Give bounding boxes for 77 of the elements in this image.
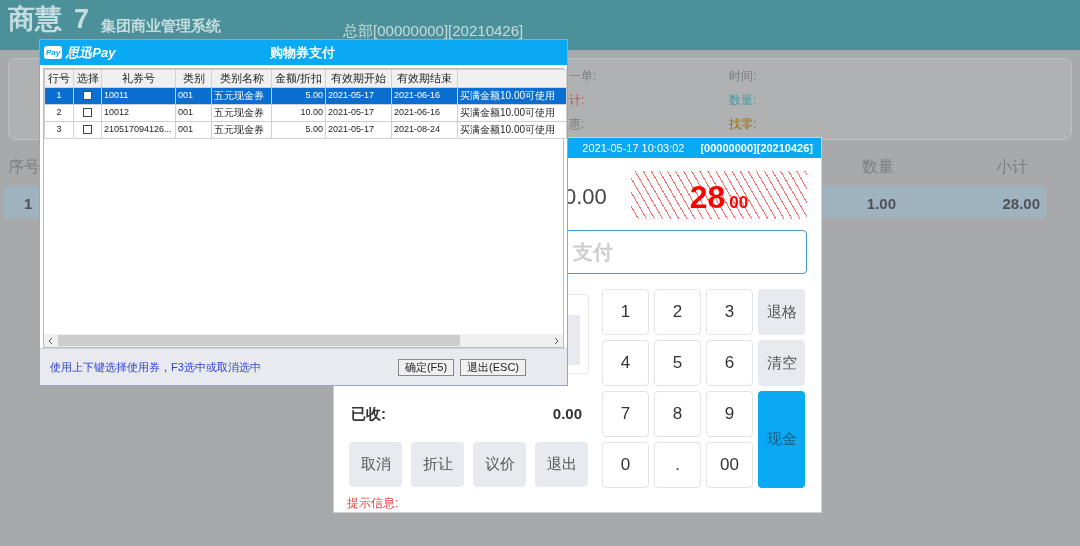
keypad-key[interactable]: 00 — [706, 442, 753, 488]
column-header: 有效期结束 — [391, 69, 458, 87]
checkbox[interactable] — [83, 107, 92, 117]
received-amount: 0.00 — [552, 404, 582, 424]
table-cell: 3 — [44, 121, 74, 138]
table-cell: 001 — [175, 87, 212, 104]
keypad-key[interactable]: 5 — [654, 340, 701, 386]
table-cell: 2021-06-16 — [391, 104, 458, 121]
table-cell: 2021-06-16 — [391, 87, 458, 104]
column-header: 类别 — [175, 69, 212, 87]
scroll-right-icon[interactable] — [552, 336, 560, 345]
table-cell: 10011 — [101, 87, 176, 104]
received-label: 已收: — [351, 404, 386, 424]
dialog-button[interactable]: 确定(F5) — [397, 358, 455, 376]
keypad-key[interactable]: 1 — [602, 289, 649, 335]
dialog-title: 购物券支付 — [270, 43, 335, 62]
table-cell: 买满金额10.00可使用 — [457, 121, 567, 138]
table-cell-text: 28.00 — [1002, 194, 1040, 214]
keypad-key[interactable]: 清空 — [758, 340, 805, 386]
summary-label: 找零: — [729, 116, 758, 133]
table-cell: 五元现金券 — [211, 104, 272, 121]
table-cell: 买满金额10.00可使用 — [457, 87, 567, 104]
table-cell: 五元现金券 — [211, 87, 272, 104]
date-time: 2021-05-17 10:03:02 — [582, 140, 685, 156]
keypad-key[interactable]: 9 — [706, 391, 753, 437]
summary-label: 数量: — [729, 92, 758, 109]
table-cell: 10.00 — [271, 104, 326, 121]
system-name: 集团商业管理系统 — [101, 18, 222, 33]
store-code: [00000000][20210426] — [700, 140, 813, 156]
checkbox[interactable] — [83, 90, 92, 100]
column-header: 有效期开始 — [325, 69, 392, 87]
keypad-key[interactable]: 8 — [654, 391, 701, 437]
horizontal-scrollbar[interactable] — [44, 334, 563, 347]
keypad-key[interactable]: 0 — [602, 442, 649, 488]
brand-name: 思迅Pay — [66, 43, 116, 62]
app-logo: 商慧 — [8, 6, 62, 33]
table-cell-text: 1 — [24, 194, 33, 214]
scroll-left-icon[interactable] — [47, 336, 55, 345]
column-header: 礼券号 — [101, 69, 176, 87]
keypad-key[interactable]: 4 — [602, 340, 649, 386]
table-cell: 2021-05-17 — [325, 121, 392, 138]
keypad-key[interactable]: . — [654, 442, 701, 488]
column-header: 金额/折扣 — [271, 69, 326, 87]
action-button[interactable]: 取消 — [349, 442, 402, 487]
action-button[interactable]: 折让 — [411, 442, 464, 487]
table-cell: 2021-08-24 — [391, 121, 458, 138]
action-button[interactable]: 议价 — [473, 442, 526, 487]
table-cell: 001 — [175, 104, 212, 121]
pay-logo-icon: Pay — [44, 46, 63, 59]
table-cell: 五元现金券 — [211, 121, 272, 138]
column-header: 选择 — [73, 69, 102, 87]
keypad-key[interactable]: 6 — [706, 340, 753, 386]
action-button[interactable]: 退出 — [535, 442, 588, 487]
table-cell: 001 — [175, 121, 212, 138]
table-cell: 买满金额10.00可使用 — [457, 104, 567, 121]
table-cell: 10012 — [101, 104, 176, 121]
table-cell: 2021-05-17 — [325, 104, 392, 121]
keypad-key[interactable]: 退格 — [758, 289, 805, 335]
table-cell: 5.00 — [271, 87, 326, 104]
keypad-key[interactable]: 7 — [602, 391, 649, 437]
table-cell: 210517094126... — [101, 121, 176, 138]
table-cell: 2 — [44, 104, 74, 121]
hint-label: 提示信息: — [347, 495, 399, 512]
table-cell-text: 1.00 — [866, 194, 896, 214]
checkbox[interactable] — [83, 124, 92, 134]
column-header: 类别名称 — [211, 69, 272, 87]
app-version: 7 — [74, 6, 90, 33]
keypad-key[interactable]: 2 — [654, 289, 701, 335]
table-cell: 5.00 — [271, 121, 326, 138]
store-info: 总部[00000000][20210426] — [343, 23, 524, 38]
table-cell: 1 — [44, 87, 74, 104]
column-header: 行号 — [44, 69, 74, 87]
keypad-key[interactable]: 3 — [706, 289, 753, 335]
dialog-hint: 使用上下键选择使用券，F3选中或取消选中 — [50, 359, 261, 375]
dialog-button[interactable]: 退出(ESC) — [460, 358, 526, 376]
summary-label: 计: — [569, 92, 586, 109]
table-cell: 2021-05-17 — [325, 87, 392, 104]
